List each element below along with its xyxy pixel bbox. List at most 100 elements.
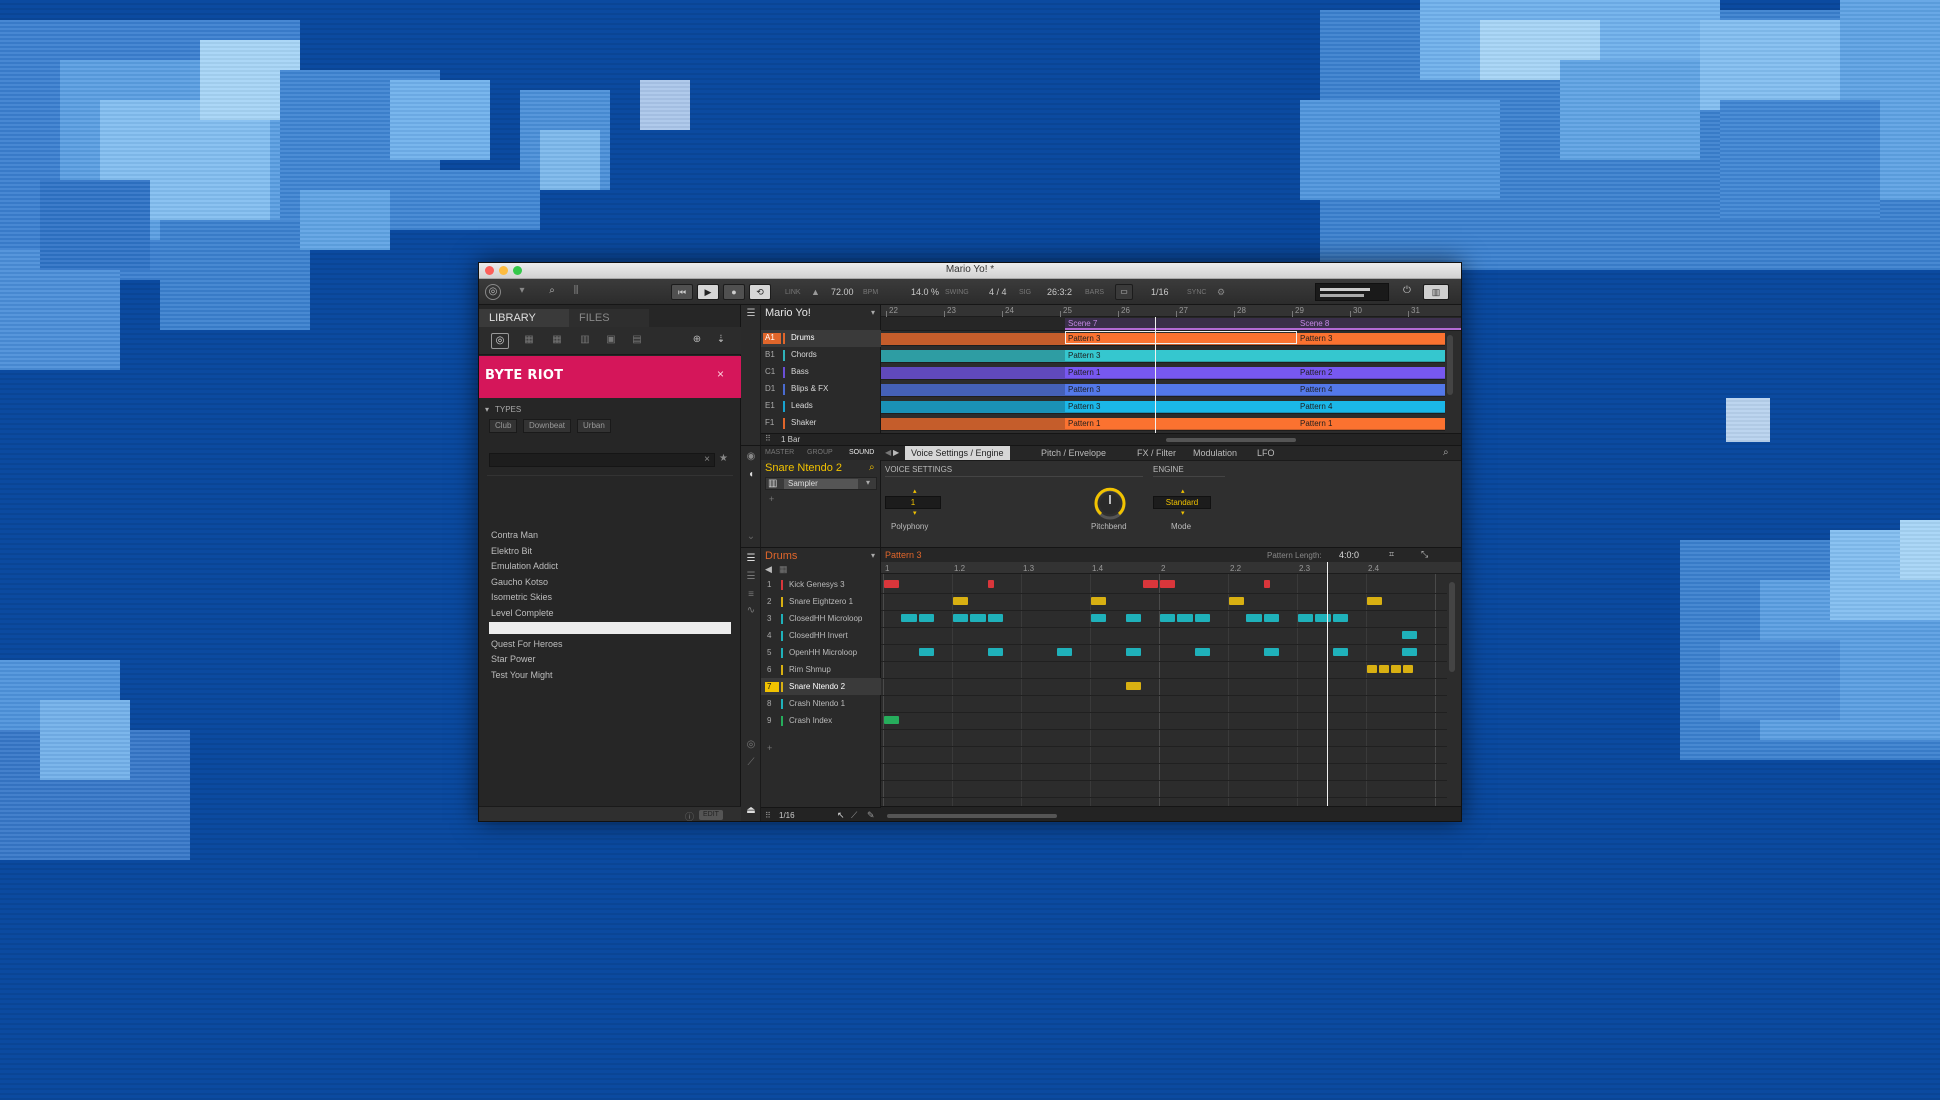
- sampling-icon[interactable]: ∿: [744, 604, 758, 618]
- sound-row[interactable]: 2 Snare Eightzero 1: [761, 593, 881, 610]
- maschine-logo-icon[interactable]: ◎: [485, 284, 501, 300]
- sound-row[interactable]: 6 Rim Shmup: [761, 661, 881, 678]
- pattern-name[interactable]: Pattern 3: [885, 550, 922, 560]
- type-tag-club[interactable]: Club: [489, 419, 518, 433]
- edit-button[interactable]: EDIT: [699, 810, 723, 820]
- add-plugin-icon[interactable]: +: [769, 494, 774, 504]
- step-quantize-label[interactable]: 1/16: [779, 811, 795, 820]
- group-type-icon[interactable]: ▦: [521, 333, 537, 347]
- arranger-clip[interactable]: Pattern 1: [1297, 418, 1445, 429]
- ideas-view-icon[interactable]: ☰: [744, 307, 758, 321]
- pattern-note[interactable]: [1091, 597, 1107, 605]
- polyphony-up-icon[interactable]: ▴: [913, 487, 917, 495]
- polyphony-value[interactable]: 1: [885, 496, 941, 509]
- library-item[interactable]: Emulation Addict: [491, 561, 558, 571]
- tab-files[interactable]: FILES: [569, 309, 649, 327]
- group-row[interactable]: F1 Shaker: [761, 415, 881, 432]
- user-content-icon[interactable]: ⇣: [713, 333, 729, 347]
- pattern-note[interactable]: [1125, 682, 1141, 690]
- sound-audition-icon[interactable]: ◀: [765, 564, 772, 575]
- pattern-note[interactable]: [953, 597, 969, 605]
- sound-row[interactable]: 1 Kick Genesys 3: [761, 576, 881, 593]
- arranger-clip[interactable]: Pattern 3: [1065, 401, 1297, 412]
- pattern-note[interactable]: [1263, 648, 1279, 656]
- types-collapse-icon[interactable]: ▾: [485, 405, 489, 414]
- sound-type-icon[interactable]: ▦: [549, 333, 565, 347]
- link-label[interactable]: LINK: [785, 289, 801, 296]
- quantize-value[interactable]: 1/16: [1151, 287, 1169, 297]
- channel-icon[interactable]: ◉: [744, 450, 758, 464]
- tab-modulation[interactable]: Modulation: [1187, 446, 1243, 460]
- pattern-note[interactable]: [884, 580, 900, 588]
- group-row[interactable]: D1 Blips & FX: [761, 381, 881, 398]
- library-item[interactable]: Quest For Heroes: [491, 639, 563, 649]
- pattern-note[interactable]: [1125, 614, 1141, 622]
- instrument-type-icon[interactable]: ▥: [577, 333, 593, 347]
- pattern-note[interactable]: [901, 614, 917, 622]
- arranger-clip[interactable]: Pattern 3: [1297, 333, 1445, 344]
- pattern-note[interactable]: [953, 614, 969, 622]
- tempo-value[interactable]: 72.00: [831, 287, 854, 297]
- type-tag-downbeat[interactable]: Downbeat: [523, 419, 572, 433]
- quantize-icon[interactable]: ⌗: [1389, 549, 1394, 560]
- swing-value[interactable]: 14.0 %: [911, 287, 939, 297]
- draw-tool-icon[interactable]: ⟋: [851, 810, 857, 821]
- sound-row[interactable]: 8 Crash Ntendo 1: [761, 695, 881, 712]
- sound-row[interactable]: 5 OpenHH Microloop: [761, 644, 881, 661]
- library-item[interactable]: Contra Man: [491, 530, 538, 540]
- pattern-note[interactable]: [1160, 580, 1176, 588]
- scene-7[interactable]: Scene 7: [1065, 318, 1297, 330]
- project-type-icon[interactable]: ◎: [491, 333, 509, 349]
- pattern-note[interactable]: [1160, 614, 1176, 622]
- pattern-note[interactable]: [1298, 614, 1314, 622]
- follow-icon[interactable]: ▭: [1115, 284, 1133, 300]
- pattern-note[interactable]: [1367, 597, 1383, 605]
- project-name[interactable]: Mario Yo!: [765, 307, 811, 319]
- select-tool-icon[interactable]: ↖: [837, 810, 845, 821]
- parameter-search-icon[interactable]: ⌕: [1443, 447, 1449, 458]
- mixer-icon[interactable]: ⫼: [569, 284, 583, 298]
- pattern-scrollbar[interactable]: [887, 814, 1057, 818]
- group-row[interactable]: B1 Chords: [761, 347, 881, 364]
- library-item[interactable]: Elektro Bit: [491, 546, 532, 556]
- pattern-note[interactable]: [1091, 614, 1107, 622]
- record-button[interactable]: ●: [723, 284, 745, 300]
- group-row[interactable]: A1 Drums: [761, 330, 881, 347]
- tab-master[interactable]: MASTER: [765, 449, 794, 456]
- loop-button[interactable]: ⟲: [749, 284, 771, 300]
- pattern-note[interactable]: [1229, 597, 1245, 605]
- browser-search-icon[interactable]: ⌕: [545, 284, 559, 298]
- eject-icon[interactable]: ⏏: [744, 804, 758, 818]
- plugin-slot[interactable]: ▥ Sampler ▾: [765, 477, 877, 490]
- rewind-button[interactable]: ⏮: [671, 284, 693, 300]
- library-item[interactable]: Test Your Might: [491, 670, 553, 680]
- pattern-note[interactable]: [1332, 648, 1348, 656]
- online-globe-icon[interactable]: ⊕: [689, 333, 705, 347]
- pattern-note[interactable]: [1403, 665, 1414, 673]
- pattern-note[interactable]: [1194, 648, 1210, 656]
- automation-icon[interactable]: ⟋: [744, 756, 758, 770]
- info-icon[interactable]: ⓘ: [685, 810, 694, 821]
- mode-up-icon[interactable]: ▴: [1181, 487, 1185, 495]
- group-menu-chevron-icon[interactable]: ▾: [871, 551, 875, 560]
- pattern-note[interactable]: [1056, 648, 1072, 656]
- pattern-note[interactable]: [1263, 580, 1271, 588]
- pattern-note[interactable]: [1125, 648, 1141, 656]
- pattern-group-name[interactable]: Drums: [765, 550, 797, 562]
- arranger-clip[interactable]: Pattern 4: [1297, 401, 1445, 412]
- signature-value[interactable]: 4 / 4: [989, 287, 1007, 297]
- favorite-star-icon[interactable]: ★: [719, 453, 728, 464]
- pattern-note[interactable]: [1367, 665, 1378, 673]
- group-row[interactable]: E1 Leads: [761, 398, 881, 415]
- sync-label[interactable]: SYNC: [1187, 289, 1206, 296]
- pattern-note[interactable]: [970, 614, 986, 622]
- group-row[interactable]: C1 Bass: [761, 364, 881, 381]
- library-item[interactable]: Level Complete: [491, 608, 554, 618]
- pattern-vscroll[interactable]: [1449, 582, 1455, 672]
- group-view-icon[interactable]: ☰: [744, 552, 758, 566]
- type-tag-urban[interactable]: Urban: [577, 419, 611, 433]
- pattern-note[interactable]: [1177, 614, 1193, 622]
- pattern-note[interactable]: [1401, 631, 1417, 639]
- library-item[interactable]: Star Power: [491, 654, 536, 664]
- arranger-length-label[interactable]: 1 Bar: [781, 435, 800, 444]
